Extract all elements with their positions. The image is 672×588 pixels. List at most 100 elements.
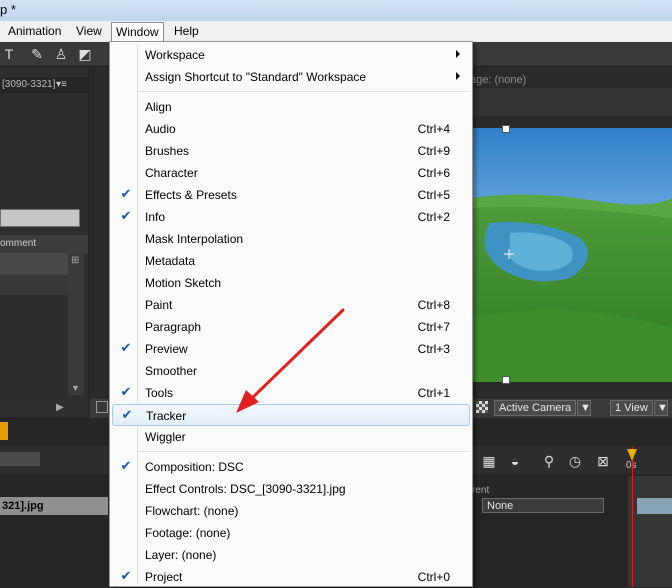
composition-mini-flowchart-icon[interactable]: ▦ [478, 451, 500, 471]
menu-item-audio[interactable]: Audio Ctrl+4 [112, 118, 470, 140]
camera-label: Active Camera [499, 402, 572, 414]
menu-animation[interactable]: Animation [8, 21, 61, 42]
menu-item-shortcut: Ctrl+3 [417, 342, 450, 356]
timeline-track-area[interactable] [628, 476, 672, 587]
footage-tab[interactable]: age: (none) [470, 72, 672, 88]
checkmark-icon: ✔ [120, 459, 132, 474]
composition-image[interactable] [470, 128, 672, 382]
menu-item-project[interactable]: ✔ Project Ctrl+0 [112, 566, 470, 588]
menu-item-shortcut: Ctrl+0 [417, 570, 450, 584]
menu-item-layer[interactable]: Layer: (none) [112, 544, 470, 566]
transform-handle[interactable] [502, 376, 510, 384]
draft-3d-icon[interactable]: ◒ [504, 451, 526, 471]
menu-item-label: Info [145, 210, 166, 224]
motion-blur-icon[interactable]: ⚲ [538, 451, 560, 471]
menu-item-character[interactable]: Character Ctrl+6 [112, 162, 470, 184]
transparency-grid-icon[interactable] [476, 401, 488, 413]
transform-handle[interactable] [502, 125, 510, 133]
menu-item-shortcut: Ctrl+6 [417, 166, 450, 180]
menu-item-label: Footage: (none) [145, 526, 231, 540]
menu-item-align[interactable]: Align [112, 96, 470, 118]
menu-item-brushes[interactable]: Brushes Ctrl+9 [112, 140, 470, 162]
menu-item-shortcut: Ctrl+1 [417, 386, 450, 400]
checkmark-icon: ✔ [120, 209, 132, 224]
menu-item-effect-controls[interactable]: Effect Controls: DSC_[3090-3321].jpg [112, 478, 470, 500]
project-item-name: [3090-3321] [2, 79, 56, 90]
always-preview-icon[interactable] [96, 401, 108, 413]
menu-item-footage[interactable]: Footage: (none) [112, 522, 470, 544]
timecode-field[interactable] [0, 452, 40, 466]
menu-item-label: Assign Shortcut to "Standard" Workspace [145, 70, 367, 84]
chevron-down-icon[interactable]: ▼ [577, 400, 591, 416]
menu-item-composition[interactable]: ✔ Composition: DSC [112, 456, 470, 478]
parent-column-header: rent [472, 485, 490, 496]
current-time-indicator[interactable] [627, 449, 637, 461]
menu-item-metadata[interactable]: Metadata [112, 250, 470, 272]
project-scrollbar[interactable]: ⊞ ▼ [68, 253, 84, 395]
parent-value: None [487, 500, 514, 512]
comment-column-label: omment [0, 238, 37, 249]
menu-separator [139, 451, 469, 453]
menu-item-label: Flowchart: (none) [145, 504, 239, 518]
menu-item-smoother[interactable]: Smoother [112, 360, 470, 382]
menu-item-preview[interactable]: ✔ Preview Ctrl+3 [112, 338, 470, 360]
checkmark-icon: ✔ [120, 385, 132, 400]
scroll-down-icon[interactable]: ▼ [71, 383, 80, 393]
menu-item-paragraph[interactable]: Paragraph Ctrl+7 [112, 316, 470, 338]
menu-help[interactable]: Help [174, 21, 199, 42]
parent-dropdown[interactable]: None [482, 498, 604, 513]
view-layout-label: 1 View [615, 402, 648, 414]
view-layout-dropdown[interactable]: 1 View [610, 400, 653, 416]
checkmark-icon: ✔ [120, 341, 132, 356]
brush-tool-icon[interactable]: ✎ [28, 45, 46, 63]
panel-menu-icon[interactable]: ▾≡ [56, 77, 67, 93]
scroll-right-icon[interactable]: ▶ [56, 402, 64, 413]
menu-window[interactable]: Window [111, 22, 164, 43]
menu-item-label: Mask Interpolation [145, 232, 244, 246]
menu-item-effects-presets[interactable]: ✔ Effects & Presets Ctrl+5 [112, 184, 470, 206]
menu-item-label: Composition: DSC [145, 460, 244, 474]
menu-item-flowchart[interactable]: Flowchart: (none) [112, 500, 470, 522]
project-panel-header: [3090-3321] ▾≡ [0, 77, 88, 93]
list-item[interactable] [0, 253, 68, 275]
menu-item-tools[interactable]: ✔ Tools Ctrl+1 [112, 382, 470, 404]
graph-editor-icon[interactable]: ⊠ [592, 451, 614, 471]
footage-tab-label: age: (none) [470, 74, 527, 86]
menu-item-label: Paragraph [145, 320, 202, 334]
menu-item-wiggler[interactable]: Wiggler [112, 426, 470, 448]
menu-view[interactable]: View [76, 21, 102, 42]
menu-item-label: Audio [145, 122, 176, 136]
menu-item-info[interactable]: ✔ Info Ctrl+2 [112, 206, 470, 228]
checkmark-icon: ✔ [121, 408, 133, 423]
camera-dropdown[interactable]: Active Camera [494, 400, 577, 416]
chevron-down-icon[interactable]: ▼ [654, 400, 668, 416]
project-search-field[interactable] [0, 209, 80, 227]
menu-item-assign-shortcut[interactable]: Assign Shortcut to "Standard" Workspace [112, 66, 470, 88]
eraser-tool-icon[interactable]: ◩ [76, 45, 94, 63]
window-title-bar: p * [0, 0, 672, 21]
menu-item-label: Effects & Presets [145, 188, 237, 202]
menu-item-shortcut: Ctrl+4 [417, 122, 450, 136]
layer-duration-bar[interactable] [636, 498, 672, 514]
submenu-arrow-icon [456, 72, 460, 80]
menu-item-shortcut: Ctrl+2 [417, 210, 450, 224]
checkmark-icon: ✔ [120, 187, 132, 202]
flowchart-icon[interactable]: ⊞ [71, 255, 79, 266]
playhead-line[interactable] [632, 447, 633, 587]
window-title: p * [0, 2, 16, 17]
menu-item-tracker[interactable]: ✔ Tracker [112, 404, 470, 426]
list-item[interactable] [0, 275, 68, 295]
menu-item-shortcut: Ctrl+9 [417, 144, 450, 158]
menu-item-label: Smoother [145, 364, 198, 378]
menu-item-paint[interactable]: Paint Ctrl+8 [112, 294, 470, 316]
clone-stamp-icon[interactable]: ♙ [52, 45, 70, 63]
menu-item-motion-sketch[interactable]: Motion Sketch [112, 272, 470, 294]
type-tool-icon[interactable]: T [0, 45, 18, 63]
frame-blending-icon[interactable]: ◷ [564, 451, 586, 471]
submenu-arrow-icon [456, 50, 460, 58]
timeline-tab[interactable] [0, 422, 8, 440]
table-row[interactable]: 321].jpg [0, 497, 108, 515]
menu-item-workspace[interactable]: Workspace [112, 44, 470, 66]
menu-item-mask-interpolation[interactable]: Mask Interpolation [112, 228, 470, 250]
menu-separator [139, 91, 469, 93]
